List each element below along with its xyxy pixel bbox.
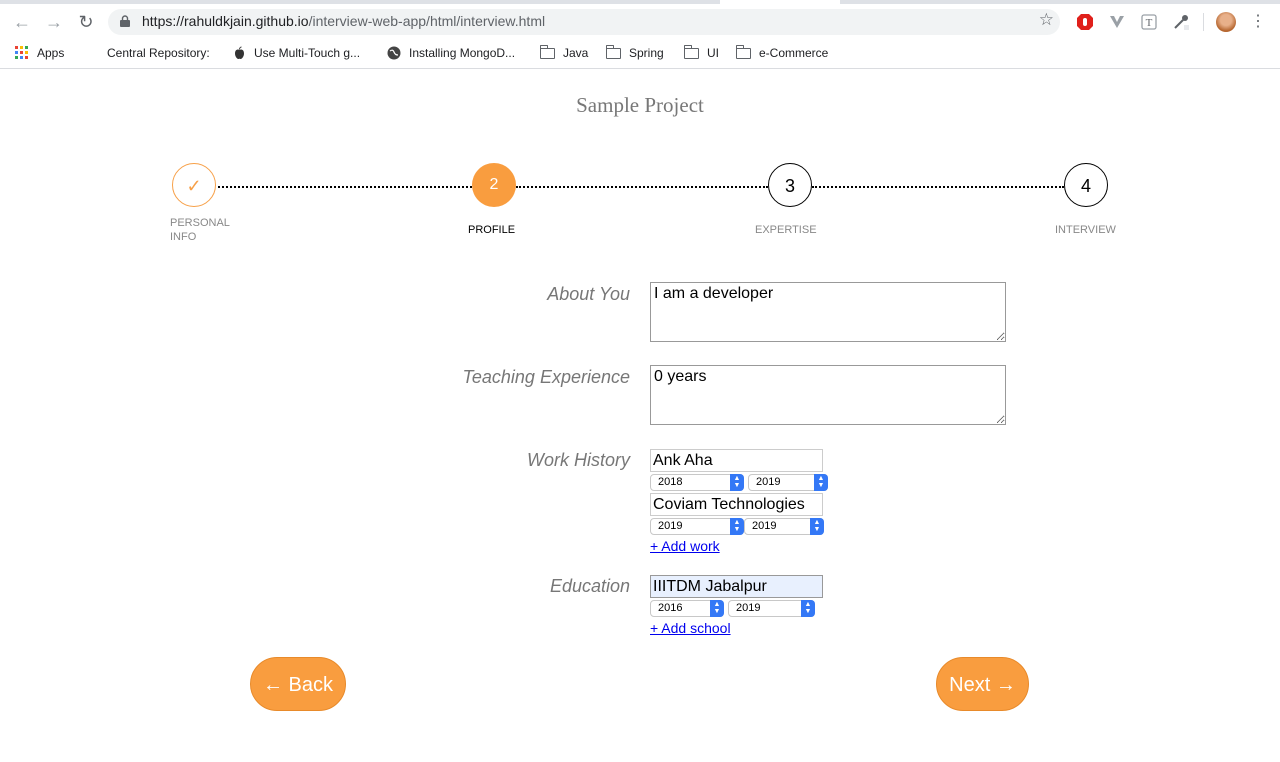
select-value: 2019 [752,520,777,532]
education-to-year-select[interactable]: 2019 ▲ ▼ [728,600,815,617]
work-company-input[interactable] [650,449,823,472]
select-stepper-icon: ▲ ▼ [801,600,815,617]
bookmark-folder-java[interactable]: Java [539,44,589,60]
step-profile[interactable]: 2 [472,163,516,207]
select-value: 2019 [756,476,781,488]
bookmark-star-icon[interactable]: ☆ [1039,10,1054,30]
adblock-extension-icon[interactable] [1076,13,1094,31]
step-label-profile: PROFILE [468,224,516,236]
bookmark-label: e-Commerce [759,46,829,60]
bookmark-folder-spring[interactable]: Spring [605,44,664,60]
work-history-label: Work History [527,450,630,470]
select-stepper-icon: ▲ ▼ [710,600,724,617]
url-text: https://rahuldkjain.github.io/interview-… [142,13,546,29]
vue-devtools-icon[interactable] [1108,13,1126,31]
folder-icon [605,44,621,59]
step-label-personal-info: PERSONAL INFO [170,217,230,243]
bookmark-folder-ecommerce[interactable]: e-Commerce [735,44,829,60]
step-expertise[interactable]: 3 [768,163,812,207]
stepper-connector [218,186,472,188]
stepper-connector [516,186,768,188]
bookmark-label: Apps [37,46,65,60]
select-value: 2019 [736,602,761,614]
globe-icon [387,46,401,60]
eyedropper-icon[interactable] [1172,13,1190,31]
apps-grid-icon [15,46,28,59]
bookmark-label: Java [563,46,589,60]
step-personal-info-checkmark-icon[interactable]: ✓ [172,163,216,207]
teaching-experience-textarea[interactable]: 0 years [650,365,1006,425]
select-value: 2016 [658,602,683,614]
about-you-label: About You [547,284,630,304]
teaching-experience-label: Teaching Experience [462,367,630,387]
bookmark-central-repository[interactable]: Central Repository: [107,46,210,60]
svg-text:T: T [1146,17,1153,29]
add-school-link[interactable]: + Add school [650,620,731,636]
select-stepper-icon: ▲ ▼ [814,474,828,491]
lock-icon [120,15,130,27]
bookmarks-bar: Apps Central Repository: Use Multi-Touch… [0,40,1280,69]
bookmark-mongodb[interactable]: Installing MongoD... [387,46,515,60]
work-from-year-select[interactable]: 2019 ▲ ▼ [650,518,744,535]
step-label-interview: INTERVIEW [1055,224,1116,236]
education-from-year-select[interactable]: 2016 ▲ ▼ [650,600,724,617]
about-you-textarea[interactable]: I am a developer [650,282,1006,342]
bookmark-label: UI [707,46,719,60]
select-stepper-icon: ▲ ▼ [730,474,744,491]
bookmark-label: Installing MongoD... [409,46,516,60]
select-value: 2018 [658,476,683,488]
education-school-input[interactable] [650,575,823,598]
select-stepper-icon: ▲ ▼ [810,518,824,535]
step-label-expertise: EXPERTISE [755,224,817,236]
forward-arrow-icon[interactable]: → [42,10,66,34]
bookmark-apps[interactable]: Apps [15,46,64,60]
work-company-input[interactable] [650,493,823,516]
folder-icon [735,44,751,59]
education-label: Education [549,576,630,596]
bookmark-label: Use Multi-Touch g... [254,46,361,60]
browser-toolbar: ← → ↻ https://rahuldkjain.github.io/inte… [0,4,1280,40]
reload-icon[interactable]: ↻ [74,10,98,34]
select-stepper-icon: ▲ ▼ [730,518,744,535]
bookmark-multitouch[interactable]: Use Multi-Touch g... [233,46,360,60]
back-arrow-icon[interactable]: ← [10,10,34,34]
select-value: 2019 [658,520,683,532]
next-button[interactable]: Next → [936,657,1029,711]
page-title: Sample Project [576,93,704,117]
profile-avatar[interactable] [1216,12,1236,32]
address-bar[interactable]: https://rahuldkjain.github.io/interview-… [108,9,1060,35]
folder-icon [683,44,699,59]
step-interview[interactable]: 4 [1064,163,1108,207]
bookmark-folder-ui[interactable]: UI [683,44,719,60]
font-extension-icon[interactable]: T [1140,13,1158,31]
work-from-year-select[interactable]: 2018 ▲ ▼ [650,474,744,491]
apple-icon [235,46,244,59]
toolbar-divider [1203,13,1204,31]
work-to-year-select[interactable]: 2019 ▲ ▼ [748,474,828,491]
work-to-year-select[interactable]: 2019 ▲ ▼ [744,518,824,535]
folder-icon [539,44,555,59]
add-work-link[interactable]: + Add work [650,538,720,554]
stepper-connector [812,186,1064,188]
back-button[interactable]: ← Back [250,657,346,711]
bookmark-label: Central Repository: [107,46,210,60]
bookmark-label: Spring [629,46,664,60]
menu-kebab-icon[interactable]: ⋮ [1246,10,1270,34]
